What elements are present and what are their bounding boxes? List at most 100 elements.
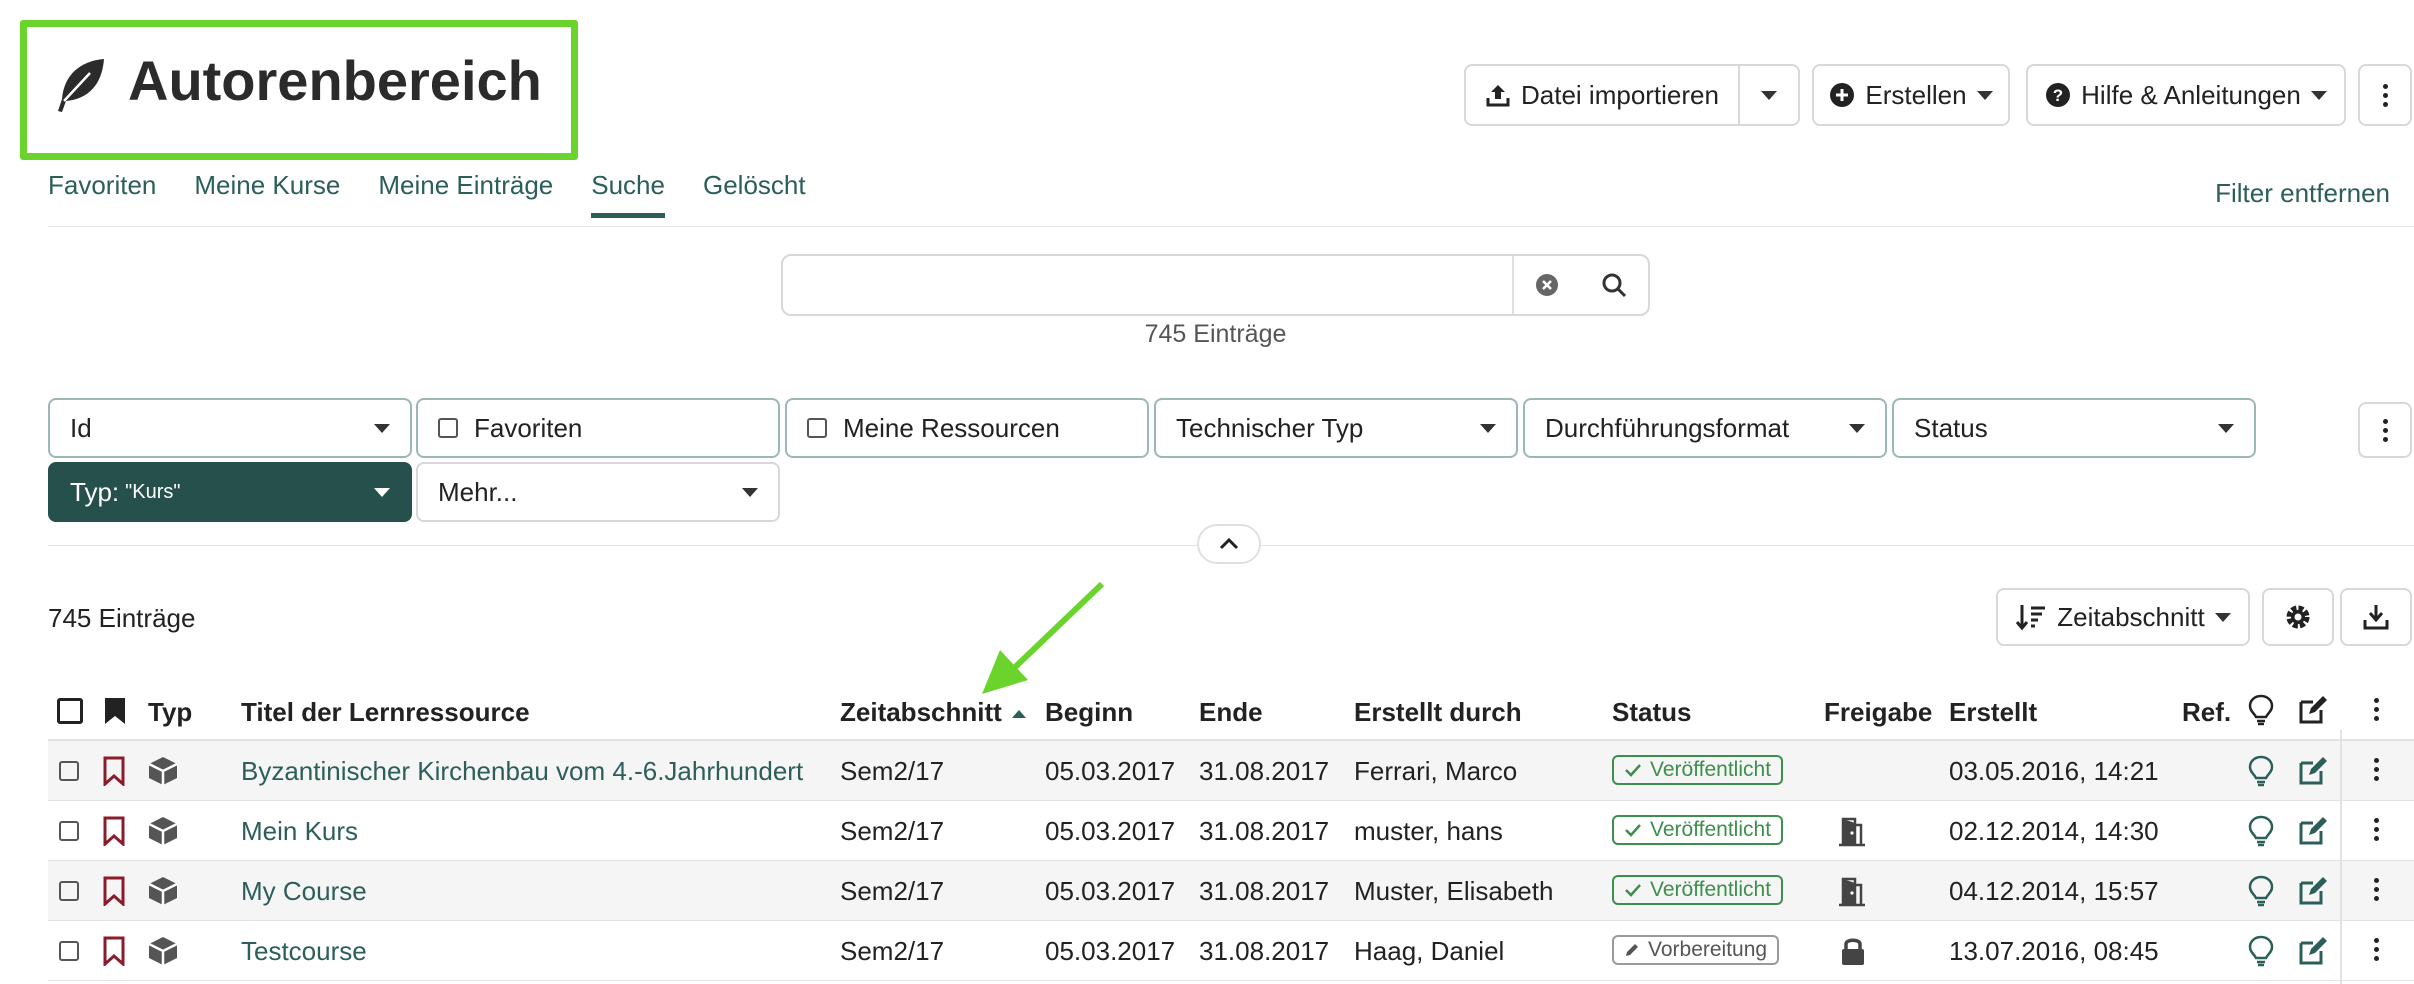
filter-typ-label: Typ: [70,476,120,507]
erstellt-cell: 03.05.2016, 14:21 [1949,756,2159,786]
column-header-erstellt-durch[interactable]: Erstellt durch [1354,697,1522,728]
import-file-button[interactable]: Datei importieren [1464,64,1740,126]
beginn-cell: 05.03.2017 [1045,816,1176,846]
filter-mehr[interactable]: Mehr... [416,462,780,522]
column-header-typ[interactable]: Typ [148,697,192,728]
resource-title-link[interactable]: Mein Kurs [241,816,358,847]
bookmark-icon[interactable] [102,936,126,966]
column-header-status[interactable]: Status [1612,697,1691,728]
chevron-up-icon [1218,537,1240,551]
zeitabschnitt-cell: Sem2/17 [840,936,945,966]
lightbulb-header-icon [2248,694,2274,726]
download-icon [2362,603,2390,631]
filter-id[interactable]: Id [48,398,412,458]
filter-technischer-typ[interactable]: Technischer Typ [1154,398,1518,458]
row-checkbox[interactable] [59,941,79,961]
bookmark-icon[interactable] [102,876,126,906]
column-header-titel[interactable]: Titel der Lernressource [241,697,530,728]
column-header-zeitabschnitt-label: Zeitabschnitt [840,697,1002,727]
edit-icon[interactable] [2297,935,2329,967]
tab-favoriten[interactable]: Favoriten [48,170,156,218]
filter-typ[interactable]: Typ: "Kurs" [48,462,412,522]
table-settings-button[interactable] [2262,588,2334,646]
column-header-beginn[interactable]: Beginn [1045,697,1133,728]
chevron-down-icon [1480,423,1496,433]
filter-meine-ressourcen[interactable]: Meine Ressourcen [785,398,1149,458]
status-label: Vorbereitung [1648,938,1768,961]
resource-title-link[interactable]: My Course [241,876,367,907]
column-header-ende[interactable]: Ende [1199,697,1263,728]
help-button[interactable]: ? Hilfe & Anleitungen [2026,64,2346,126]
sort-ascending-icon [1011,710,1026,719]
arrow-annotation-icon [970,580,1110,700]
lightbulb-icon[interactable] [2248,935,2274,967]
row-more-icon[interactable] [2374,878,2379,901]
favoriten-checkbox[interactable] [438,418,458,438]
entry-count: 745 Einträge [48,603,196,633]
tab-meine-eintraege[interactable]: Meine Einträge [378,170,553,218]
resource-title-link[interactable]: Testcourse [241,936,367,967]
edit-icon[interactable] [2297,875,2329,907]
search-icon[interactable] [1600,271,1628,299]
row-checkbox[interactable] [59,881,79,901]
erstellt-cell: 02.12.2014, 14:30 [1949,816,2159,846]
filter-status[interactable]: Status [1892,398,2256,458]
download-button[interactable] [2340,588,2412,646]
bookmark-icon[interactable] [102,756,126,786]
row-more-icon[interactable] [2374,818,2379,841]
row-checkbox[interactable] [59,761,79,781]
pencil-icon [1624,942,1640,958]
row-more-icon[interactable] [2374,758,2379,781]
create-label: Erstellen [1865,79,1967,110]
check-icon [1624,823,1642,837]
select-all-checkbox[interactable] [57,698,83,724]
header-row-more-icon[interactable] [2374,698,2379,721]
meine-ressourcen-checkbox[interactable] [807,418,827,438]
sort-button[interactable]: Zeitabschnitt [1996,588,2250,646]
remove-filter-link[interactable]: Filter entfernen [2215,178,2390,209]
filter-status-label: Status [1914,412,1988,443]
course-cube-icon [147,875,179,907]
lightbulb-icon[interactable] [2248,755,2274,787]
tab-geloescht[interactable]: Gelöscht [703,170,806,218]
edit-icon[interactable] [2297,755,2329,787]
header-more-button[interactable] [2358,64,2412,126]
page-title: Autorenbereich [128,49,542,112]
tab-meine-kurse[interactable]: Meine Kurse [194,170,340,218]
status-badge: Veröffentlicht [1612,875,1784,905]
status-badge: Veröffentlicht [1612,815,1784,845]
status-badge: Vorbereitung [1612,935,1780,965]
collapse-filters-button[interactable] [1197,524,1261,564]
bookmark-icon[interactable] [102,816,126,846]
zeitabschnitt-cell: Sem2/17 [840,876,945,906]
erstellt-durch-cell: Haag, Daniel [1354,936,1505,966]
import-dropdown-button[interactable] [1738,64,1800,126]
filter-more-button[interactable] [2358,402,2412,458]
create-button[interactable]: Erstellen [1812,64,2010,126]
row-checkbox[interactable] [59,821,79,841]
beginn-cell: 05.03.2017 [1045,936,1176,966]
edit-icon[interactable] [2297,815,2329,847]
tab-suche[interactable]: Suche [591,170,665,218]
chevron-down-icon [742,487,758,497]
import-file-label: Datei importieren [1521,79,1719,110]
column-header-ref[interactable]: Ref. [2182,697,2231,728]
filter-durchfuehrungsformat[interactable]: Durchführungsformat [1523,398,1887,458]
help-label: Hilfe & Anleitungen [2081,79,2301,110]
column-header-freigabe[interactable]: Freigabe [1824,697,1932,728]
course-cube-icon [147,935,179,967]
chevron-down-icon [374,423,390,433]
bookmark-header-icon [103,696,127,726]
filter-favoriten[interactable]: Favoriten [416,398,780,458]
column-header-zeitabschnitt[interactable]: Zeitabschnitt [840,697,1026,728]
clear-search-icon[interactable] [1534,272,1560,298]
chevron-down-icon [2218,423,2234,433]
search-input[interactable] [783,256,1512,314]
column-header-erstellt[interactable]: Erstellt [1949,697,2037,728]
edit-header-icon [2297,694,2329,726]
lightbulb-icon[interactable] [2248,815,2274,847]
chevron-down-icon [1976,90,1993,100]
row-more-icon[interactable] [2374,938,2379,961]
lightbulb-icon[interactable] [2248,875,2274,907]
resource-title-link[interactable]: Byzantinischer Kirchenbau vom 4.-6.Jahrh… [241,756,803,787]
